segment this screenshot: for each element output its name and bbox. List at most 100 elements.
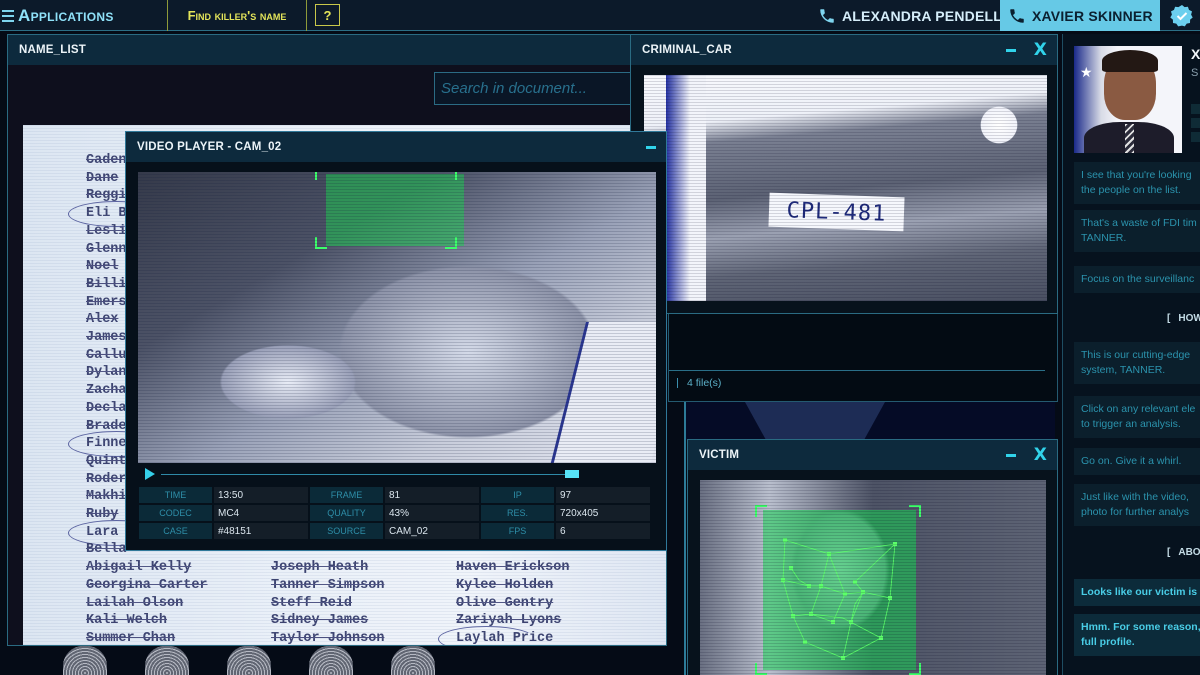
name-entry[interactable]: Summer Chan	[86, 631, 175, 645]
meta-label: TIME	[139, 487, 212, 503]
contact-alexandra-pendell[interactable]: ALEXANDRA PENDELL	[818, 0, 1002, 31]
name-entry[interactable]: Lailah Olson	[86, 596, 183, 611]
close-button[interactable]: X	[1034, 446, 1047, 464]
name-entry[interactable]: James	[86, 330, 127, 345]
name-entry[interactable]: Bella	[86, 542, 127, 557]
name-entry[interactable]: Joseph Heath	[271, 560, 368, 575]
close-button[interactable]: X	[1034, 41, 1047, 59]
applications-label: Applications	[18, 5, 114, 25]
window-title-bar[interactable]: VIDEO PLAYER - CAM_02	[126, 132, 666, 162]
name-entry[interactable]: Ruby	[86, 507, 118, 522]
verified-badge-icon[interactable]	[1170, 4, 1194, 28]
window-title-bar[interactable]: VICTIM X	[688, 440, 1057, 470]
name-entry[interactable]: Laylah Price	[437, 626, 553, 645]
chat-section-button[interactable]: [ABOUT	[1167, 547, 1200, 558]
name-entry[interactable]: Quint	[86, 454, 127, 469]
chat-message: Go on. Give it a whirl.	[1074, 448, 1200, 475]
play-icon[interactable]	[145, 468, 155, 480]
meta-label: SOURCE	[310, 523, 383, 539]
profile-name: X	[1191, 46, 1200, 62]
help-button[interactable]: ?	[315, 4, 340, 26]
meta-value: MC4	[214, 505, 308, 521]
name-entry[interactable]: Makhi	[86, 489, 127, 504]
license-plate[interactable]: CPL-481	[768, 192, 905, 232]
victim-photo[interactable]	[700, 480, 1046, 675]
chat-section-button[interactable]: [HOW	[1167, 313, 1200, 324]
name-entry[interactable]: Kylee Holden	[456, 578, 553, 593]
fingerprint-image[interactable]	[63, 646, 107, 675]
pool-table	[546, 322, 656, 463]
name-entry[interactable]: Abigail Kelly	[86, 560, 191, 575]
chat-message: Click on any relevant ele to trigger an …	[1074, 396, 1200, 438]
face-recognition-box[interactable]	[763, 510, 916, 670]
star-icon: ★	[1080, 64, 1093, 80]
name-entry[interactable]: Dane	[86, 171, 118, 186]
cctv-video-frame[interactable]	[138, 172, 656, 463]
name-entry[interactable]: Lara	[67, 519, 167, 546]
minimize-button[interactable]	[646, 145, 656, 149]
analysis-target-box[interactable]	[326, 174, 464, 246]
name-entry[interactable]: Finne	[68, 431, 165, 458]
name-entry[interactable]: Eli B	[68, 201, 165, 228]
applications-menu[interactable]: Applications	[0, 0, 114, 31]
name-entry[interactable]: Billi	[86, 277, 127, 292]
name-entry[interactable]: Brade	[86, 419, 127, 434]
name-entry[interactable]: Zariyah Lyons	[456, 613, 561, 628]
meta-value: 720x405	[556, 505, 650, 521]
name-entry[interactable]: Georgina Carter	[86, 578, 208, 593]
meta-value: 13:50	[214, 487, 308, 503]
name-entry[interactable]: Sidney James	[271, 613, 368, 628]
car-surveillance-image[interactable]: CPL-481	[644, 75, 1047, 301]
name-entry[interactable]: Dylan	[86, 365, 127, 380]
name-entry[interactable]: Noel	[86, 259, 118, 274]
name-entry[interactable]: Olive Gentry	[456, 596, 553, 611]
name-entry[interactable]: Emers	[86, 295, 127, 310]
menu-icon	[2, 9, 14, 22]
section-label: HOW	[1178, 313, 1200, 324]
video-player-window: VIDEO PLAYER - CAM_02 TIME 13:50 FRAME 81 IP…	[125, 131, 667, 551]
name-entry[interactable]: Kali Welch	[86, 613, 167, 628]
meta-value: CAM_02	[385, 523, 479, 539]
name-entry[interactable]: Roder	[86, 472, 127, 487]
seek-track[interactable]	[161, 474, 565, 475]
name-entry[interactable]: Steff Reid	[271, 596, 352, 611]
chat-message: Looks like our victim is H	[1074, 579, 1200, 606]
name-entry[interactable]: Decla	[86, 401, 127, 416]
fingerprint-strip	[63, 646, 435, 675]
meta-label: RES.	[481, 505, 554, 521]
name-entry[interactable]: Reggi	[86, 188, 127, 203]
chat-message: Focus on the surveillanc	[1074, 266, 1200, 293]
contact-xavier-skinner[interactable]: XAVIER SKINNER	[1000, 0, 1160, 31]
window-title-bar[interactable]: CRIMINAL_CAR X	[631, 35, 1057, 65]
car-pillar	[666, 75, 706, 301]
fingerprint-image[interactable]	[227, 646, 271, 675]
window-title-bar[interactable]: NAME_LIST	[8, 35, 666, 65]
minimize-button[interactable]	[1005, 453, 1016, 457]
name-entry[interactable]: Zacha	[86, 383, 127, 398]
face-mesh-overlay	[781, 538, 897, 660]
meta-label: FPS	[481, 523, 554, 539]
seek-thumb[interactable]	[565, 470, 579, 478]
contact-name: ALEXANDRA PENDELL	[842, 7, 1002, 24]
meta-label: QUALITY	[310, 505, 383, 521]
name-entry[interactable]: Callu	[86, 348, 127, 363]
video-seek-bar[interactable]	[145, 468, 580, 480]
window-title: VICTIM	[699, 449, 740, 461]
name-entry[interactable]: Tanner Simpson	[271, 578, 384, 593]
meta-label: CODEC	[139, 505, 212, 521]
name-entry[interactable]: Caden	[86, 153, 127, 168]
name-entry[interactable]: Alex	[86, 312, 118, 327]
current-task[interactable]: Find killer's name	[167, 0, 307, 31]
fingerprint-image[interactable]	[309, 646, 353, 675]
name-entry[interactable]: Taylor Johnson	[271, 631, 384, 645]
fingerprint-image[interactable]	[391, 646, 435, 675]
divider	[684, 402, 686, 675]
minimize-button[interactable]	[1005, 48, 1016, 52]
name-entry[interactable]: Glenn	[86, 242, 127, 257]
name-entry[interactable]: Haven Erickson	[456, 560, 569, 575]
fingerprint-image[interactable]	[145, 646, 189, 675]
divider	[669, 370, 1045, 371]
name-entry[interactable]: Lesli	[86, 224, 127, 239]
meta-label: CASE	[139, 523, 212, 539]
window-title: VIDEO PLAYER - CAM_02	[137, 141, 282, 153]
